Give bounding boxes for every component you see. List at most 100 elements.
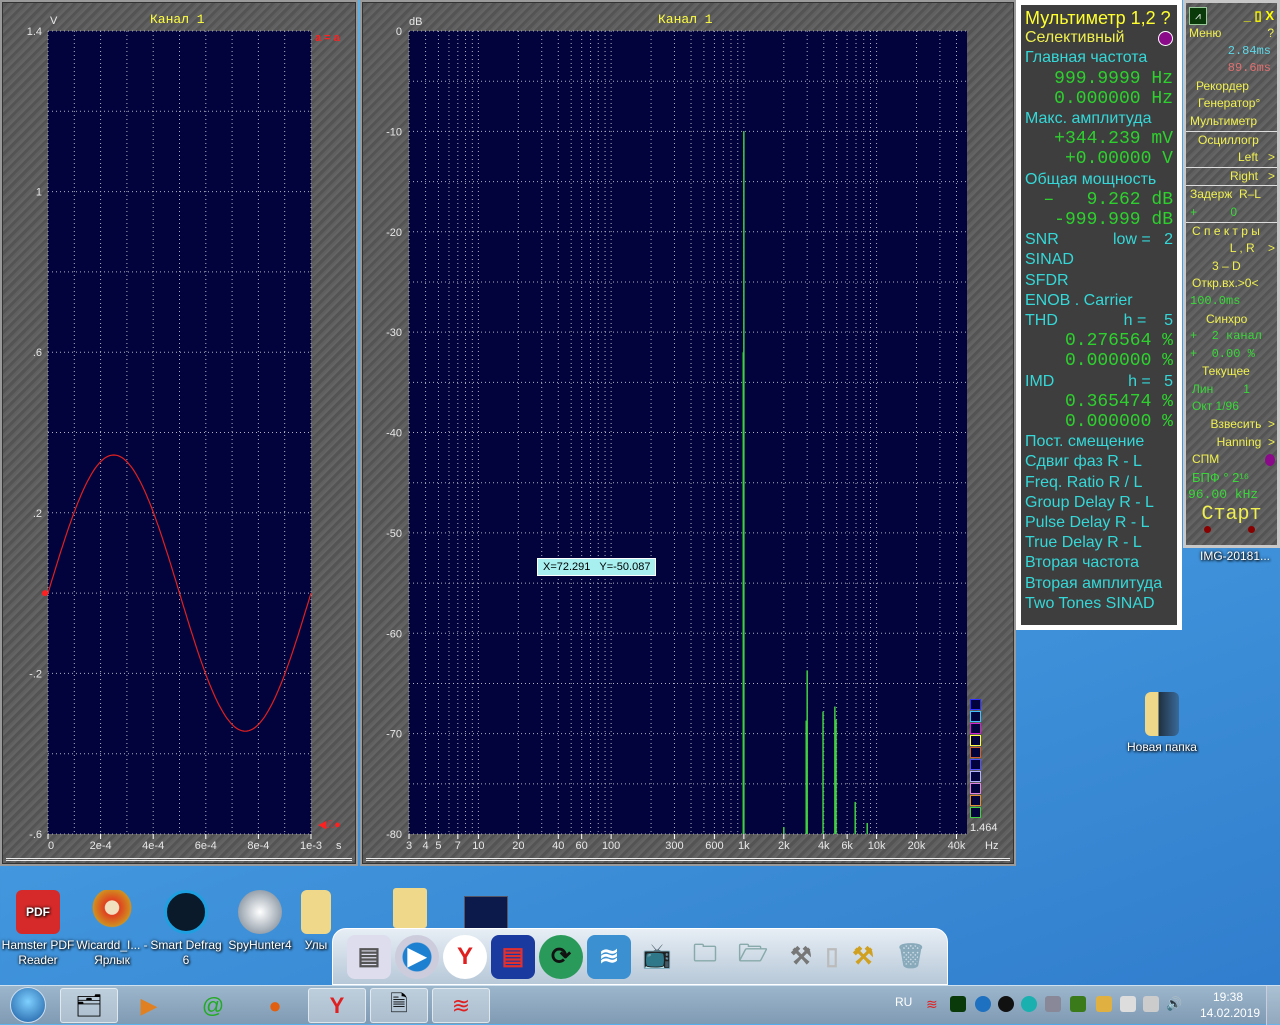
right-channel-button[interactable]: Right >: [1186, 166, 1277, 186]
language-indicator[interactable]: RU: [895, 995, 912, 1009]
legend-swatch[interactable]: [970, 699, 981, 710]
legend-swatch[interactable]: [970, 795, 981, 806]
scope-tray-icon[interactable]: [950, 996, 966, 1012]
desktop-icon-smart-defrag[interactable]: Smart Defrag 6: [148, 890, 224, 968]
lr-button[interactable]: L , R >: [1186, 240, 1277, 258]
linear-setting[interactable]: Лин 1: [1186, 381, 1277, 399]
help-button[interactable]: ?: [1267, 25, 1274, 43]
taskbar-yandex[interactable]: Y: [308, 988, 366, 1023]
sync-level[interactable]: + 0.00 %: [1186, 346, 1277, 364]
multimeter-title[interactable]: Мультиметр 1,2 ?: [1025, 8, 1173, 28]
measure-item[interactable]: Вторая амплитуда: [1025, 574, 1173, 594]
desktop-icon-spyhunter[interactable]: SpyHunter4: [222, 890, 298, 953]
nvidia-tray-icon[interactable]: [1070, 996, 1086, 1012]
legend-swatch[interactable]: [970, 735, 981, 746]
legend-swatch[interactable]: [970, 723, 981, 734]
taskbar-media-player[interactable]: ▶: [120, 988, 178, 1023]
clock-date[interactable]: 14.02.2019: [1200, 1006, 1260, 1020]
desktop-icon-wicardd[interactable]: Wicardd_I... - Ярлык: [74, 890, 150, 968]
clock-time[interactable]: 19:38: [1213, 990, 1243, 1004]
enob-label[interactable]: ENOB . Carrier: [1025, 291, 1173, 311]
psd-button[interactable]: СПМ: [1192, 451, 1219, 469]
media-player-icon[interactable]: ▶: [395, 934, 439, 979]
onec-tray-icon[interactable]: [998, 996, 1014, 1012]
usb-tray-icon[interactable]: [1045, 996, 1061, 1012]
stack-icon[interactable]: ≋: [587, 934, 631, 979]
sync-icon[interactable]: ⟳: [539, 934, 583, 979]
desktop-icon-hamster-pdf[interactable]: PDF Hamster PDF Reader: [0, 890, 76, 968]
delay-label[interactable]: Задерж R–L: [1186, 185, 1277, 204]
measure-item[interactable]: Pulse Delay R - L: [1025, 513, 1173, 533]
legend-swatch[interactable]: [970, 783, 981, 794]
fft-size[interactable]: БПФ ° 2¹⁶: [1186, 469, 1277, 487]
selective-indicator[interactable]: [1158, 31, 1173, 47]
multimeter-button[interactable]: Мультиметр: [1186, 113, 1277, 131]
thd-label[interactable]: THD: [1025, 311, 1058, 331]
sync-button[interactable]: Синхро: [1186, 311, 1277, 329]
legend-swatch[interactable]: [970, 807, 981, 818]
eset-tray-icon[interactable]: [1021, 996, 1037, 1012]
floppy-save-icon[interactable]: ▤: [491, 934, 535, 979]
sinad-label[interactable]: SINAD: [1025, 250, 1173, 270]
window-func-button[interactable]: Hanning >: [1186, 434, 1277, 452]
desktop-icon-new-folder[interactable]: Новая папка: [1120, 692, 1204, 755]
hammer-icon[interactable]: ⚒: [841, 935, 885, 979]
measure-item[interactable]: Two Tones SINAD: [1025, 594, 1173, 614]
sfdr-label[interactable]: SFDR: [1025, 271, 1173, 291]
desktop-icon-img[interactable]: IMG-20181...: [1192, 549, 1278, 564]
folder-open-icon[interactable]: 🗀: [683, 935, 727, 979]
left-channel-button[interactable]: Left >: [1186, 149, 1277, 167]
delay-value[interactable]: + 0: [1186, 204, 1277, 222]
measure-item[interactable]: Вторая частота: [1025, 553, 1173, 573]
start-orb[interactable]: [10, 987, 46, 1023]
recycle-bin-icon[interactable]: 🗑: [889, 935, 933, 979]
legend-swatch[interactable]: [970, 711, 981, 722]
sample-rate[interactable]: 96.00 kHz: [1186, 486, 1277, 504]
measure-item[interactable]: Freq. Ratio R / L: [1025, 473, 1173, 493]
tv-icon[interactable]: 📺: [635, 935, 679, 979]
legend-swatch[interactable]: [970, 771, 981, 782]
generator-button[interactable]: Генератор°: [1186, 95, 1277, 113]
measure-item[interactable]: Пост. смещение: [1025, 432, 1173, 452]
taskbar-explorer[interactable]: 🗂: [60, 988, 118, 1023]
octave-setting[interactable]: Окт 1/96: [1186, 398, 1277, 416]
notebook-icon[interactable]: [464, 896, 508, 930]
audiotester-tray-icon[interactable]: ≋: [926, 996, 942, 1012]
folder-icon[interactable]: [393, 888, 427, 928]
psd-indicator[interactable]: [1265, 454, 1275, 467]
taskbar-firefox[interactable]: ●: [246, 988, 304, 1023]
spectrum-plot[interactable]: 0 -10 -20 -30 -40 -50 -60 -70 -80 3 4 5 7 10 20 40 60 100…: [360, 0, 1016, 866]
legend-swatch[interactable]: [970, 747, 981, 758]
3d-button[interactable]: 3 – D: [1186, 258, 1277, 276]
scope-plot[interactable]: 1.4 1 .6 .2 -.2 -.6 0 2e-4 4e-4 6e-4 8e-4 1e-3: [0, 0, 358, 866]
desktop-icon-folder[interactable]: Улы: [296, 890, 336, 953]
total-power-label[interactable]: Общая мощность: [1025, 170, 1173, 190]
network-tray-icon[interactable]: [975, 996, 991, 1012]
measure-item[interactable]: True Delay R - L: [1025, 533, 1173, 553]
volume-icon[interactable]: 🔊: [1166, 996, 1182, 1012]
sync-channel[interactable]: + 2 канал: [1186, 328, 1277, 346]
max-amplitude-label[interactable]: Макс. амплитуда: [1025, 109, 1173, 129]
snr-label[interactable]: SNR: [1025, 230, 1059, 250]
taskbar-document[interactable]: 🗎: [370, 988, 428, 1023]
interval-value[interactable]: 100.0ms: [1186, 293, 1277, 311]
tools-icon[interactable]: ⚒: [779, 935, 823, 979]
action-center-icon[interactable]: [1120, 996, 1136, 1012]
legend-swatch[interactable]: [970, 759, 981, 770]
current-button[interactable]: Текущее: [1186, 363, 1277, 381]
recorder-button[interactable]: Рекордер: [1186, 78, 1277, 96]
selective-label[interactable]: Селективный: [1025, 28, 1124, 48]
monitor-icon[interactable]: ▤: [347, 934, 391, 979]
folder-tools-icon[interactable]: 🗁: [731, 935, 775, 979]
imd-label[interactable]: IMD: [1025, 372, 1054, 392]
menu-button[interactable]: Меню: [1189, 25, 1221, 43]
start-button[interactable]: Старт: [1186, 504, 1277, 526]
main-frequency-label[interactable]: Главная частота: [1025, 48, 1173, 68]
open-input-button[interactable]: Откр.вх.>0<: [1186, 275, 1277, 293]
network-status-icon[interactable]: [1143, 996, 1159, 1012]
measure-item[interactable]: Сдвиг фаз R - L: [1025, 452, 1173, 472]
weighting-button[interactable]: Взвесить >: [1186, 416, 1277, 434]
taskbar-audiotester[interactable]: ≋: [432, 988, 490, 1023]
yandex-browser-icon[interactable]: Y: [443, 934, 487, 979]
taskbar-mail-agent[interactable]: @: [184, 988, 242, 1023]
